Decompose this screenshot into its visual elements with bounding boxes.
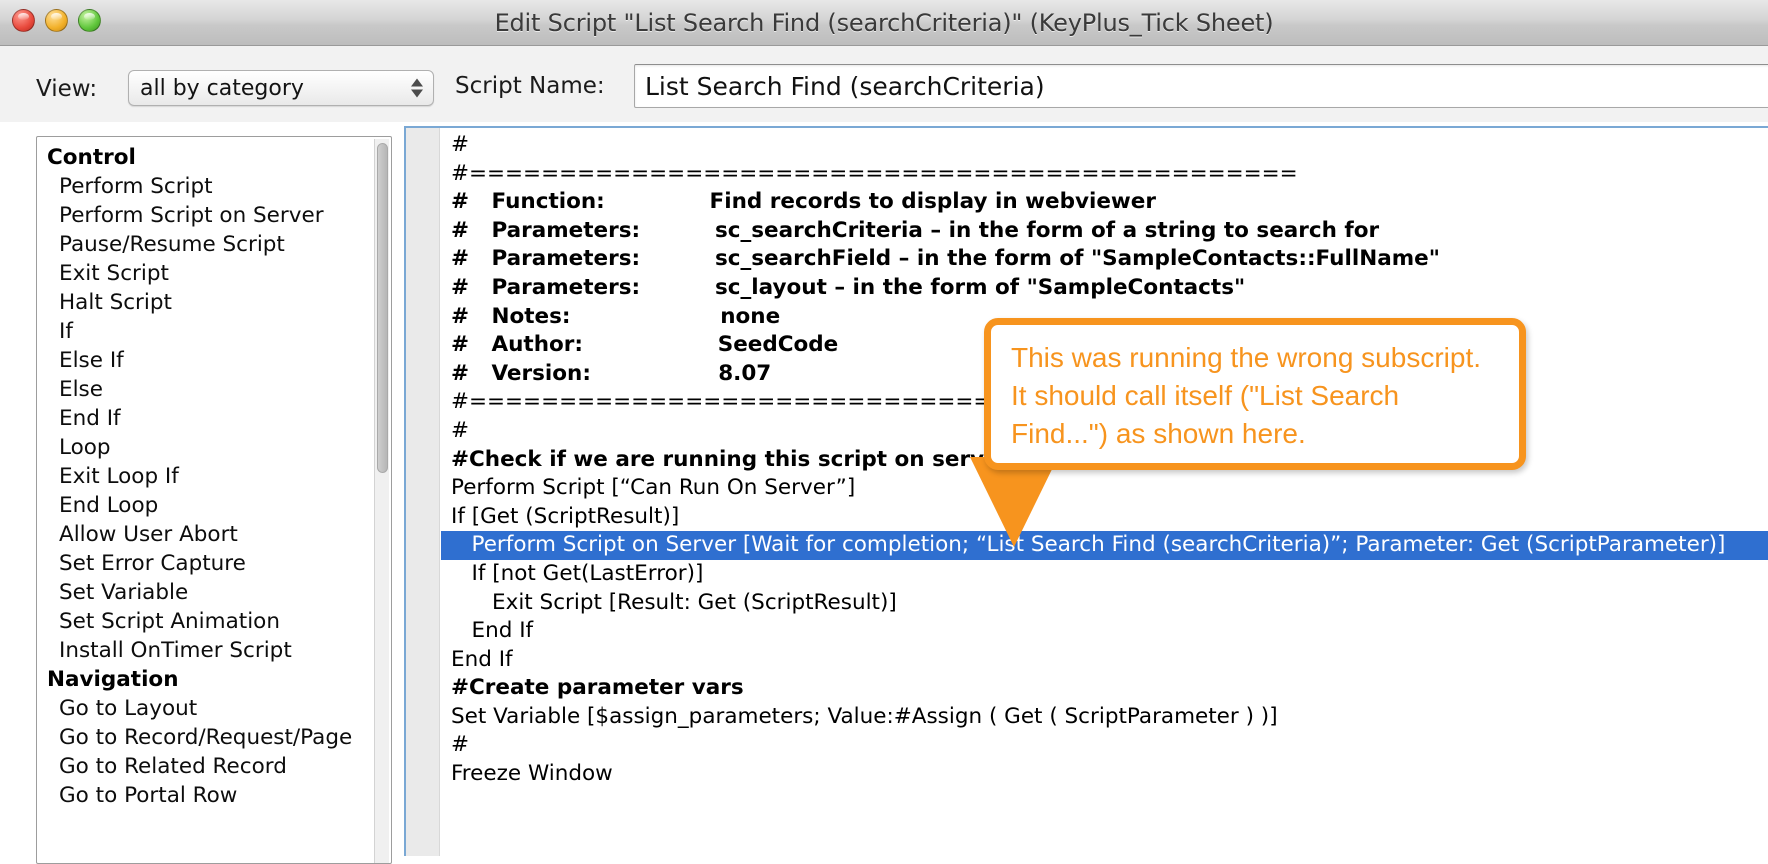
step-category-header: Control <box>37 143 367 172</box>
step-list-item[interactable]: Loop <box>37 433 367 462</box>
script-line[interactable]: # <box>441 731 1768 760</box>
window-titlebar: Edit Script "List Search Find (searchCri… <box>0 0 1768 46</box>
script-name-value: List Search Find (searchCriteria) <box>635 72 1045 101</box>
zoom-button[interactable] <box>78 9 101 32</box>
step-list-item[interactable]: Set Script Animation <box>37 607 367 636</box>
step-category-header: Navigation <box>37 665 367 694</box>
script-line[interactable]: End If <box>441 617 1768 646</box>
step-list-item[interactable]: Allow User Abort <box>37 520 367 549</box>
script-line[interactable]: Set Variable [$assign_parameters; Value:… <box>441 703 1768 732</box>
step-list-item[interactable]: Go to Portal Row <box>37 781 367 810</box>
bottom-edge-mask <box>404 856 1768 864</box>
minimize-button[interactable] <box>45 9 68 32</box>
script-line[interactable]: Perform Script [“Can Run On Server”] <box>441 474 1768 503</box>
script-line-selected[interactable]: Perform Script on Server [Wait for compl… <box>441 531 1768 560</box>
step-list-item[interactable]: Go to Record/Request/Page <box>37 723 367 752</box>
script-line[interactable]: Exit Script [Result: Get (ScriptResult)] <box>441 589 1768 618</box>
step-list-item[interactable]: Go to Layout <box>37 694 367 723</box>
script-line[interactable]: # <box>441 131 1768 160</box>
script-line[interactable]: # Parameters: sc_searchField – in the fo… <box>441 245 1768 274</box>
window-controls <box>12 9 101 32</box>
window-title: Edit Script "List Search Find (searchCri… <box>0 9 1768 37</box>
step-list-item[interactable]: Halt Script <box>37 288 367 317</box>
step-list-item[interactable]: End Loop <box>37 491 367 520</box>
step-list-item[interactable]: Exit Loop If <box>37 462 367 491</box>
script-step-list-items: ControlPerform ScriptPerform Script on S… <box>37 137 367 863</box>
script-line[interactable]: # Function: Find records to display in w… <box>441 188 1768 217</box>
annotation-callout-text: This was running the wrong subscript. It… <box>1011 339 1501 453</box>
script-line[interactable]: Freeze Window <box>441 760 1768 789</box>
script-step-list[interactable]: ControlPerform ScriptPerform Script on S… <box>36 136 392 864</box>
step-list-item[interactable]: Set Variable <box>37 578 367 607</box>
script-line[interactable]: If [Get (ScriptResult)] <box>441 503 1768 532</box>
step-list-item[interactable]: Exit Script <box>37 259 367 288</box>
toolbar: View: all by category Script Name: List … <box>0 46 1768 122</box>
step-list-item[interactable]: Set Error Capture <box>37 549 367 578</box>
script-name-label: Script Name: <box>455 73 605 99</box>
script-line[interactable]: # Parameters: sc_layout – in the form of… <box>441 274 1768 303</box>
script-name-input[interactable]: List Search Find (searchCriteria) <box>634 64 1768 108</box>
step-list-item[interactable]: End If <box>37 404 367 433</box>
edit-script-window: Edit Script "List Search Find (searchCri… <box>0 0 1768 864</box>
script-line[interactable]: #=======================================… <box>441 160 1768 189</box>
step-list-item[interactable]: Go to Related Record <box>37 752 367 781</box>
step-list-item[interactable]: Perform Script on Server <box>37 201 367 230</box>
step-list-item[interactable]: Pause/Resume Script <box>37 230 367 259</box>
script-gutter <box>406 128 440 862</box>
chevron-updown-icon[interactable] <box>411 79 423 98</box>
script-line[interactable]: #Create parameter vars <box>441 674 1768 703</box>
view-select-value: all by category <box>129 76 304 101</box>
step-list-item[interactable]: Perform Script <box>37 172 367 201</box>
script-editor-pane[interactable]: ##======================================… <box>404 126 1768 864</box>
step-list-item[interactable]: Install OnTimer Script <box>37 636 367 665</box>
view-label: View: <box>36 76 97 102</box>
script-line[interactable]: End If <box>441 646 1768 675</box>
close-button[interactable] <box>12 9 35 32</box>
script-line[interactable]: If [not Get(LastError)] <box>441 560 1768 589</box>
step-list-item[interactable]: Else <box>37 375 367 404</box>
step-list-item[interactable]: If <box>37 317 367 346</box>
step-list-item[interactable]: Else If <box>37 346 367 375</box>
step-list-scrollbar[interactable] <box>374 139 389 863</box>
step-list-scrollbar-thumb[interactable] <box>377 143 388 473</box>
annotation-callout: This was running the wrong subscript. It… <box>984 318 1526 470</box>
view-select[interactable]: all by category <box>128 70 434 106</box>
script-line[interactable]: # Parameters: sc_searchCriteria – in the… <box>441 217 1768 246</box>
